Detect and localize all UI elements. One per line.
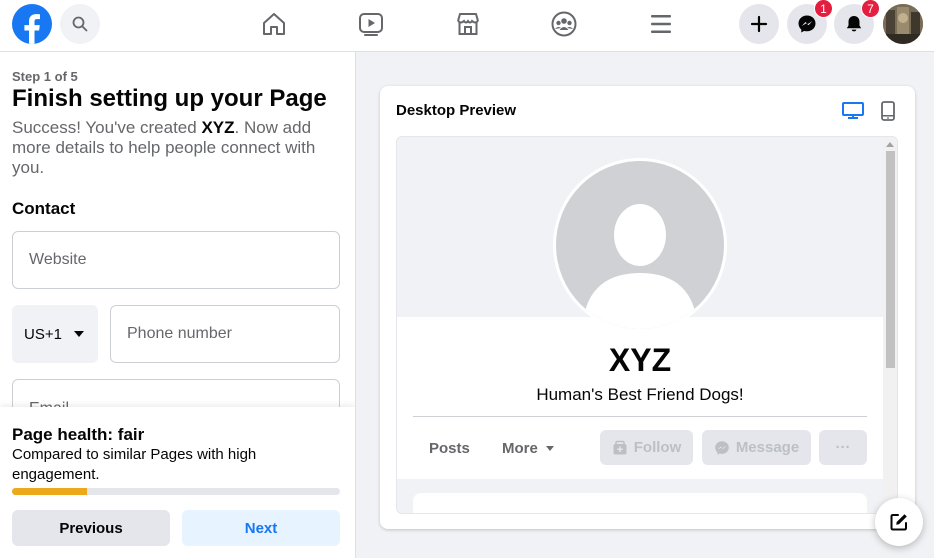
next-button[interactable]: Next (182, 510, 340, 546)
website-field[interactable]: Website (12, 231, 340, 289)
created-page-name: XYZ (201, 118, 235, 137)
desktop-preview-card: Desktop Preview XYZ Human's Best Friend … (380, 86, 915, 529)
caret-down-icon (73, 331, 84, 337)
tab-more-label: More (502, 440, 538, 457)
profile-picture (553, 158, 727, 332)
groups-nav-button[interactable] (548, 8, 580, 40)
website-placeholder: Website (29, 251, 87, 268)
page-health-title: Page health: fair (12, 425, 145, 444)
preview-page-category: Human's Best Friend Dogs! (536, 385, 744, 404)
contact-section-title: Contact (12, 199, 76, 218)
previous-button[interactable]: Previous (12, 510, 170, 546)
message-button[interactable]: Message (702, 430, 811, 465)
home-nav-button[interactable] (258, 8, 290, 40)
follow-button[interactable]: Follow (600, 430, 693, 465)
messenger-badge: 1 (814, 0, 833, 18)
edit-button[interactable] (875, 498, 923, 546)
preview-page-name: XYZ (608, 342, 672, 378)
messenger-icon (798, 15, 816, 33)
search-button[interactable] (60, 4, 100, 44)
page-health-footer: Page health: fair Compared to similar Pa… (0, 407, 355, 558)
follow-icon (613, 440, 627, 454)
groups-icon (551, 11, 577, 37)
default-avatar-icon (582, 204, 698, 329)
tab-posts[interactable]: Posts (429, 440, 470, 457)
marketplace-nav-button[interactable] (452, 8, 484, 40)
watch-nav-button[interactable] (355, 8, 387, 40)
caret-down-icon (545, 446, 554, 451)
page-health-progress-bar (12, 488, 340, 495)
notifications-badge: 7 (861, 0, 880, 18)
search-icon (72, 16, 88, 32)
create-button[interactable] (739, 4, 779, 44)
messenger-button[interactable]: 1 (787, 0, 833, 44)
page-health-progress-fill (12, 488, 88, 495)
country-code-value: US+1 (24, 325, 62, 343)
desktop-view-button[interactable] (841, 100, 865, 122)
setup-description: Success! You've created XYZ. Now add mor… (12, 118, 316, 177)
plus-icon (750, 15, 768, 33)
phone-placeholder: Phone number (127, 325, 232, 342)
message-label: Message (735, 439, 800, 456)
messenger-icon (715, 440, 729, 455)
more-actions-label: ··· (835, 439, 851, 456)
home-icon (263, 13, 285, 35)
follow-label: Follow (633, 439, 682, 456)
page-health-description: Compared to similar Pages with high enga… (12, 446, 257, 483)
marketplace-icon (457, 13, 479, 35)
country-code-select[interactable]: US+1 (12, 305, 98, 363)
preview-scrollbar[interactable] (883, 137, 897, 513)
facebook-logo-icon[interactable] (12, 4, 52, 44)
tab-more[interactable]: More (502, 440, 554, 457)
account-avatar[interactable] (883, 4, 923, 44)
bell-icon (846, 16, 862, 32)
notifications-button[interactable]: 7 (834, 0, 880, 44)
video-icon (359, 13, 383, 36)
page-setup-panel: Step 1 of 5 Finish setting up your Page … (0, 52, 356, 558)
compose-edit-icon (890, 514, 907, 531)
post-composer-placeholder (413, 493, 867, 513)
phone-number-field[interactable]: Phone number (110, 305, 340, 363)
mobile-icon (881, 101, 895, 121)
scroll-up-arrow-icon[interactable] (886, 142, 894, 147)
hamburger-menu-icon (651, 15, 671, 33)
preview-title: Desktop Preview (396, 102, 517, 119)
divider (413, 416, 867, 417)
desktop-icon (842, 102, 864, 119)
page-preview-frame: XYZ Human's Best Friend Dogs! Posts More… (396, 136, 898, 514)
step-indicator: Step 1 of 5 (12, 69, 78, 84)
top-navigation-bar: 1 7 (0, 0, 934, 52)
more-actions-button[interactable]: ··· (819, 430, 867, 465)
mobile-view-button[interactable] (876, 100, 900, 122)
scroll-thumb[interactable] (886, 151, 895, 368)
page-title: Finish setting up your Page (12, 85, 327, 112)
menu-nav-button[interactable] (645, 8, 677, 40)
